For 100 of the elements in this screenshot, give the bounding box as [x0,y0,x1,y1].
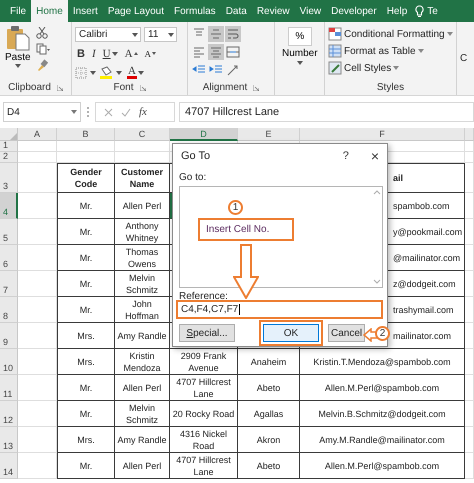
ribbon-tab[interactable]: View [294,0,326,22]
column-header[interactable]: B [57,128,115,141]
table-cell: Allen Perl [115,453,170,479]
insert-function-button[interactable]: fx [139,106,147,118]
conditional-formatting-button[interactable]: Conditional Formatting [328,27,453,41]
row-header[interactable]: 13 [0,427,18,453]
italic-button[interactable]: I [90,46,98,61]
row-header[interactable]: 11 [0,375,18,401]
table-cell: Allen Perl [115,193,170,219]
paste-button[interactable]: Paste [3,25,33,80]
table-cell: Gender Code [57,163,115,193]
special-button[interactable]: Special... [179,324,235,342]
table-cell: Amy Randle [115,323,170,349]
table-cell: Mr. [57,219,115,245]
table-cell: Mr. [57,453,115,479]
table-cell: Allen Perl [115,375,170,401]
format-as-table-button[interactable]: Format as Table [328,44,453,58]
table-cell: Melvin.B.Schmitz@dodgeit.com [300,401,465,427]
column-header[interactable]: A [18,128,57,141]
table-cell: Customer Name [115,163,170,193]
row-header[interactable]: 4 [0,193,18,219]
ribbon-tab[interactable]: Home [31,0,68,22]
table-cell: Abeto [238,375,300,401]
reference-field[interactable]: C4,F4,C7,F7 [176,300,383,319]
bold-button[interactable]: B [75,46,87,61]
font-size-dropdown[interactable]: 11 [144,27,177,42]
field-label: Reference: [178,290,229,300]
cell-styles-button[interactable]: Cell Styles [328,61,453,75]
table-cell: 4707 Hillcrest Lane [170,453,238,479]
group-label: Font [113,82,134,93]
table-cell: Agallas [238,401,300,427]
step-number: 1 [228,200,243,215]
table-cell: Mrs. [57,323,115,349]
ribbon-tab[interactable]: Formulas [169,0,221,22]
row-header[interactable]: 1 [0,141,18,152]
name-box[interactable]: D4 [3,102,81,122]
table-cell: John Hoffman [115,297,170,323]
table-cell: Kristin.T.Mendoza@spambob.com [300,349,465,375]
row-header[interactable]: 8 [0,297,18,323]
row-header[interactable]: 7 [0,271,18,297]
font-name-dropdown[interactable]: Calibri [75,27,141,42]
table-cell: Amy Randle [115,427,170,453]
row-header[interactable]: 12 [0,401,18,427]
column-header[interactable]: F [300,128,465,141]
column-header[interactable]: E [238,128,300,141]
ribbon-tab[interactable]: Developer [326,0,382,22]
row-header[interactable]: 6 [0,245,18,271]
cells-group-label[interactable]: C [460,25,468,80]
row-header[interactable]: 10 [0,349,18,375]
table-cell: Thomas Owens [115,245,170,271]
column-header[interactable]: C [115,128,170,141]
table-cell: Mr. [57,401,115,427]
font-color-button[interactable]: A [125,65,146,80]
grow-font-button[interactable]: A [122,46,140,61]
table-cell: Melvin Schmitz [115,271,170,297]
row-header[interactable]: 2 [0,152,18,163]
ribbon-tab[interactable]: Data [220,0,252,22]
close-button[interactable]: × [370,148,379,164]
tell-me-text[interactable]: Te [427,6,438,16]
group-label: Alignment [202,82,248,93]
table-cell: Anaheim [238,349,300,375]
percent-icon: % [288,27,312,46]
row-header[interactable]: 5 [0,219,18,245]
table-cell: Abeto [238,453,300,479]
row-header[interactable]: 3 [0,163,18,193]
table-cell: Mr. [57,375,115,401]
step-number: 2 [375,326,390,341]
table-cell: Anthony Whitney [115,219,170,245]
ribbon-tab[interactable]: Insert [68,0,103,22]
ribbon-tab[interactable]: Page Layout [102,0,169,22]
table-cell: Mr. [57,193,115,219]
dialog-title: Go To [181,150,212,162]
table-cell: Mrs. [57,349,115,375]
table-cell: Melvin Schmitz [115,401,170,427]
help-button[interactable]: ? [342,150,349,162]
shrink-font-button[interactable]: A [142,46,158,61]
table-cell: Allen.M.Perl@spambob.com [300,375,465,401]
table-cell: Mr. [57,245,115,271]
underline-button[interactable]: U [100,46,120,61]
table-cell: Akron [238,427,300,453]
table-cell: Allen.M.Perl@spambob.com [300,453,465,479]
ribbon-tab[interactable]: File [5,0,32,22]
group-label: Styles [376,82,404,93]
column-header[interactable]: D [170,128,238,141]
cancel-button[interactable]: Cancel [328,324,365,342]
table-cell: 2909 Frank Avenue [170,349,238,375]
callout-text: Insert Cell No. [198,218,294,241]
formula-field[interactable]: 4707 Hillcrest Lane [179,102,474,122]
row-header[interactable]: 14 [0,453,18,479]
ribbon-tab[interactable]: Review [252,0,295,22]
table-cell: 20 Rocky Road [170,401,238,427]
row-header[interactable]: 9 [0,323,18,349]
table-cell: 4707 Hillcrest Lane [170,375,238,401]
table-cell: Amy.M.Randle@mailinator.com [300,427,465,453]
table-cell: 4316 Nickel Road [170,427,238,453]
table-cell: Mr. [57,297,115,323]
table-cell: Mrs. [57,427,115,453]
number-format-button[interactable]: % Number [278,25,322,80]
field-label: Go to: [178,171,208,182]
ribbon-tab[interactable]: Help [382,0,412,22]
